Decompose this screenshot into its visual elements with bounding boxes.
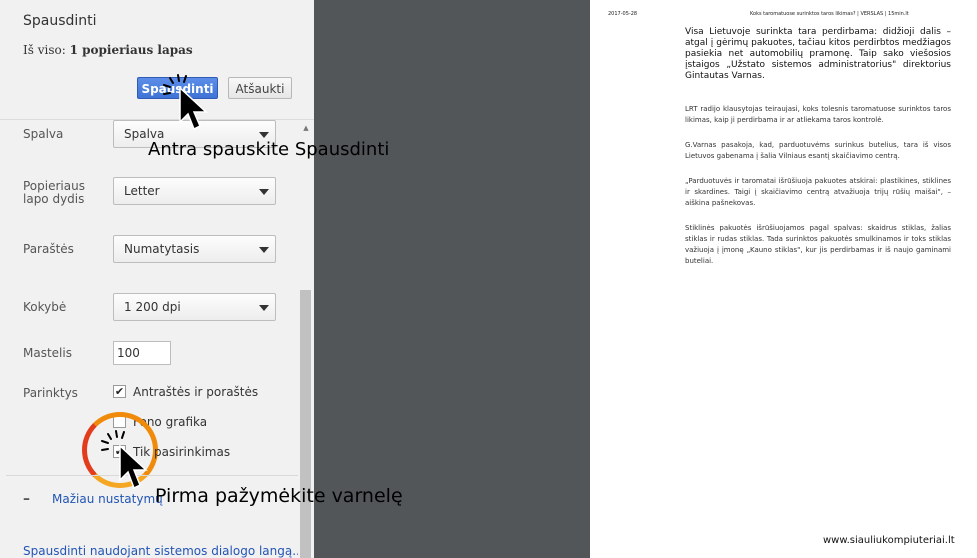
chevron-down-icon xyxy=(259,305,269,311)
annotation-first-step: Pirma pažymėkite varnelę xyxy=(155,485,403,507)
cursor-icon xyxy=(163,74,208,131)
paper-size-label: Popieriaus lapo dydis xyxy=(23,179,85,206)
system-dialog-link[interactable]: Spausdinti naudojant sistemos dialogo la… xyxy=(23,544,304,558)
quality-select[interactable]: 1 200 dpi xyxy=(113,293,276,321)
footer-url: www.siauliukompiuteriai.lt xyxy=(823,535,955,546)
scale-input[interactable]: 100 xyxy=(113,341,171,365)
quality-label: Kokybė xyxy=(23,300,67,314)
quality-value: 1 200 dpi xyxy=(124,300,181,314)
options-label: Parinktys xyxy=(23,386,78,400)
cancel-button[interactable]: Atšaukti xyxy=(228,77,292,99)
scale-label: Mastelis xyxy=(23,346,72,360)
divider xyxy=(0,119,314,120)
margins-label: Paraštės xyxy=(23,242,74,256)
margins-select[interactable]: Numatytasis xyxy=(113,235,276,263)
preview-paragraph: G.Varnas pasakoja, kad, parduotuvėms sur… xyxy=(685,141,951,160)
collapse-icon[interactable]: – xyxy=(23,491,30,507)
dialog-title: Spausdinti xyxy=(23,13,97,29)
headers-footers-label: Antraštės ir poraštės xyxy=(133,385,259,399)
preview-header-title: Koks taromatuose surinktos taros likimas… xyxy=(750,11,909,17)
paper-size-select[interactable]: Letter xyxy=(113,177,276,205)
preview-lead: Visa Lietuvoje surinkta tara perdirbama:… xyxy=(685,27,951,81)
scroll-up-icon[interactable]: ▲ xyxy=(300,124,312,134)
headers-footers-checkbox[interactable]: ✔ xyxy=(113,385,126,398)
print-preview-page: 2017-05-28 Koks taromatuose surinktos ta… xyxy=(590,0,977,558)
color-label: Spalva xyxy=(23,127,64,141)
fewer-settings-link[interactable]: Mažiau nustatymų xyxy=(52,492,163,506)
cursor-icon xyxy=(101,430,148,490)
dialog-header: Spausdinti Iš viso: 1 popieriaus lapas S… xyxy=(0,0,314,120)
scrollbar-thumb[interactable] xyxy=(300,290,311,558)
preview-paragraph: „Parduotuvės ir taromatai išrūšiuoja pak… xyxy=(685,177,951,207)
preview-paragraph: Stiklinės pakuotės išrūšiuojamos pagal s… xyxy=(685,224,951,265)
chevron-down-icon xyxy=(259,132,269,138)
chevron-down-icon xyxy=(259,247,269,253)
chevron-down-icon xyxy=(259,189,269,195)
preview-header-date: 2017-05-28 xyxy=(608,11,638,17)
annotation-second-step: Antra spauskite Spausdinti xyxy=(148,139,390,160)
preview-paragraph: LRT radijo klausytojas teiraujasi, koks … xyxy=(685,105,951,124)
margins-value: Numatytasis xyxy=(124,242,200,256)
paper-size-value: Letter xyxy=(124,184,160,198)
total-pages: Iš viso: 1 popieriaus lapas xyxy=(23,43,193,57)
